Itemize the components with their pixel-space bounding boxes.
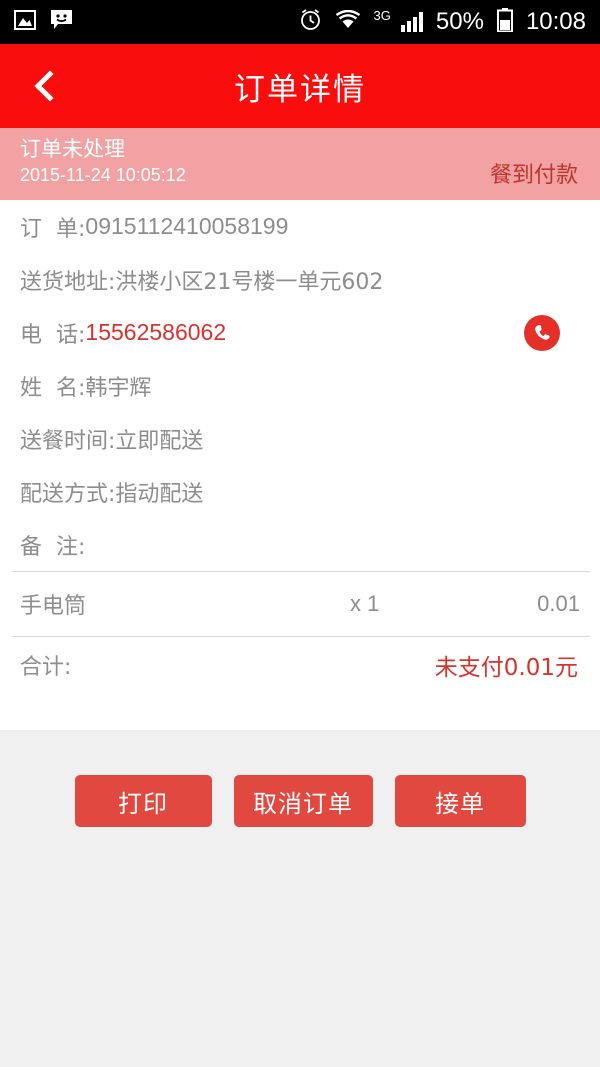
detail-label: 姓 名: [20, 375, 86, 401]
detail-row-remark: 备 注: [0, 518, 600, 571]
detail-row-address: 送货地址: 洪楼小区21号楼一单元602 [0, 253, 600, 306]
detail-label: 送餐时间: [20, 428, 116, 454]
detail-row-order-no: 订 单: 0915112410058199 [0, 200, 600, 253]
app-header: 订单详情 [0, 44, 600, 128]
detail-value-name: 韩宇辉 [85, 375, 152, 401]
order-status-text: 订单未处理 [20, 137, 125, 161]
cancel-order-button[interactable]: 取消订单 [233, 775, 373, 827]
order-status-band: 订单未处理 2015-11-24 10:05:12 餐到付款 [0, 128, 600, 200]
detail-label: 订 单: [20, 216, 86, 242]
order-item-name: 手电筒 [20, 594, 87, 619]
phone-handset-icon [535, 324, 550, 340]
status-bar: 3G 50% 10:08 [0, 0, 600, 44]
back-chevron-icon [33, 70, 66, 102]
detail-value-delivery-method: 指动配送 [115, 481, 204, 507]
detail-row-name: 姓 名: 韩宇辉 [0, 359, 600, 412]
order-item-quantity: x 1 [350, 591, 380, 616]
detail-row-delivery-time: 送餐时间: 立即配送 [0, 412, 600, 465]
wifi-icon [335, 9, 361, 35]
message-smiley-icon [50, 9, 73, 35]
order-item-price: 0.01 [537, 591, 580, 616]
detail-value-delivery-time: 立即配送 [115, 428, 204, 454]
accept-order-button[interactable]: 接单 [394, 775, 526, 827]
order-total-value: 未支付0.01元 [434, 654, 578, 681]
signal-icon [400, 12, 423, 32]
order-timestamp: 2015-11-24 10:05:12 [20, 165, 186, 186]
detail-label: 配送方式: [20, 481, 116, 507]
photo-icon [14, 9, 36, 35]
back-button[interactable] [0, 44, 92, 128]
clock-label: 10:08 [525, 8, 586, 35]
order-total-label: 合计: [20, 654, 72, 680]
order-detail-card: 订 单: 0915112410058199 送货地址: 洪楼小区21号楼一单元6… [0, 200, 600, 730]
detail-label: 送货地址: [20, 269, 116, 295]
detail-label: 备 注: [20, 534, 86, 560]
order-status-group: 订单未处理 2015-11-24 10:05:12 [20, 137, 186, 186]
order-total-row: 合计: 未支付0.01元 [0, 637, 600, 692]
status-bar-left-icons [14, 9, 73, 35]
battery-icon [496, 7, 513, 37]
status-bar-right-icons: 3G 50% 10:08 [299, 7, 586, 37]
detail-value-order-no: 0915112410058199 [85, 213, 289, 239]
order-item-row: 手电筒 x 1 0.01 [0, 572, 600, 636]
battery-percent-label: 50% [435, 8, 484, 35]
page-title: 订单详情 [234, 71, 366, 108]
alarm-icon [299, 8, 322, 36]
app-screen: 3G 50% 10:08 订单详情 订单未处理 2015-11-24 10:05… [0, 0, 600, 1067]
detail-row-delivery-method: 配送方式: 指动配送 [0, 465, 600, 518]
network-type-label: 3G [373, 7, 391, 23]
detail-label: 电 话: [20, 322, 86, 348]
detail-value-address: 洪楼小区21号楼一单元602 [115, 269, 384, 295]
print-button[interactable]: 打印 [74, 775, 212, 827]
detail-row-phone: 电 话: 15562586062 [0, 306, 600, 359]
detail-value-phone[interactable]: 15562586062 [85, 319, 226, 346]
action-button-bar: 打印 取消订单 接单 [0, 775, 600, 827]
call-button[interactable] [524, 314, 560, 351]
payment-type-badge: 餐到付款 [489, 163, 578, 188]
